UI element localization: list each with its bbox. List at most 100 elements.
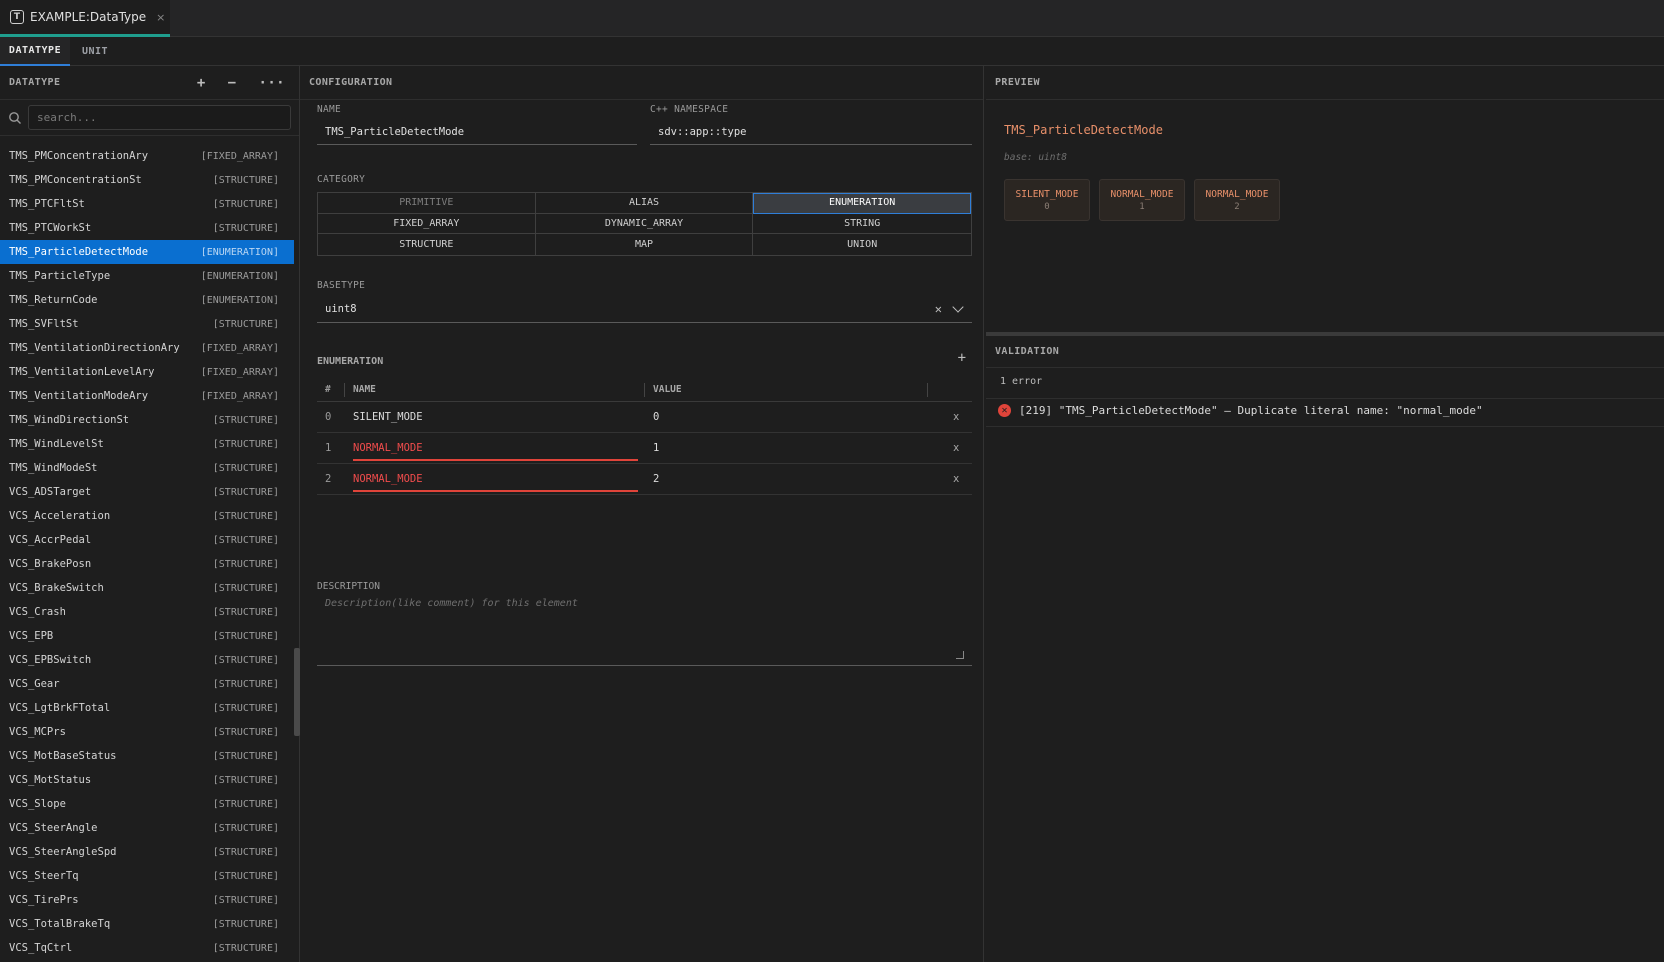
category-enumeration[interactable]: ENUMERATION <box>753 193 971 214</box>
remove-icon[interactable]: − <box>228 75 237 91</box>
preview-type-name: TMS_ParticleDetectMode <box>1004 123 1163 137</box>
validation-error-row[interactable]: ✕ [219] "TMS_ParticleDetectMode" — Dupli… <box>998 404 1483 417</box>
literal-index: 2 <box>325 473 332 485</box>
list-item[interactable]: TMS_WindLevelSt [STRUCTURE] <box>0 432 294 456</box>
list-item[interactable]: TMS_VentilationModeAry [FIXED_ARRAY] <box>0 384 294 408</box>
list-item[interactable]: TMS_ParticleDetectMode [ENUMERATION] <box>0 240 294 264</box>
list-item[interactable]: VCS_EPBSwitch [STRUCTURE] <box>0 648 294 672</box>
literal-name-field[interactable]: SILENT_MODE <box>353 402 638 432</box>
category-primitive[interactable]: PRIMITIVE <box>318 193 536 214</box>
preview-title: PREVIEW <box>995 77 1040 88</box>
category-union[interactable]: UNION <box>753 234 971 255</box>
delete-literal-icon[interactable]: x <box>953 464 965 494</box>
list-item-kind: [STRUCTURE] <box>212 318 279 330</box>
list-item[interactable]: VCS_SteerTq [STRUCTURE] <box>0 864 294 888</box>
list-item-kind: [FIXED_ARRAY] <box>200 150 279 162</box>
search-input[interactable] <box>28 105 291 130</box>
list-item-name: TMS_VentilationLevelAry <box>9 366 155 378</box>
delete-literal-icon[interactable]: x <box>953 402 965 432</box>
list-item[interactable]: VCS_Crash [STRUCTURE] <box>0 600 294 624</box>
list-item[interactable]: VCS_TqCtrl [STRUCTURE] <box>0 936 294 960</box>
list-item-name: VCS_Crash <box>9 606 66 618</box>
list-item[interactable]: VCS_ADSTarget [STRUCTURE] <box>0 480 294 504</box>
validation-error-text: [219] "TMS_ParticleDetectMode" — Duplica… <box>1019 404 1483 417</box>
name-field[interactable] <box>317 119 637 145</box>
list-item[interactable]: TMS_WindModeSt [STRUCTURE] <box>0 456 294 480</box>
category-dynamic-array[interactable]: DYNAMIC_ARRAY <box>535 213 754 235</box>
list-item[interactable]: TMS_PMConcentrationSt [STRUCTURE] <box>0 168 294 192</box>
list-item-name: VCS_Acceleration <box>9 510 111 522</box>
chevron-down-icon[interactable] <box>952 301 964 313</box>
add-icon[interactable]: + <box>197 75 206 91</box>
literal-value-field[interactable]: 0 <box>653 402 933 432</box>
list-item[interactable]: VCS_SteerAngleSpd [STRUCTURE] <box>0 840 294 864</box>
list-item[interactable]: VCS_BrakeSwitch [STRUCTURE] <box>0 576 294 600</box>
category-map[interactable]: MAP <box>535 234 754 255</box>
datatype-panel-title: DATATYPE <box>9 77 61 88</box>
subtabs: DATATYPE UNIT <box>0 37 1664 66</box>
list-item[interactable]: VCS_LgtBrkFTotal [STRUCTURE] <box>0 696 294 720</box>
resize-grip-icon[interactable] <box>956 651 964 659</box>
clear-icon[interactable]: ✕ <box>935 302 942 316</box>
close-icon[interactable]: × <box>156 11 165 24</box>
category-string[interactable]: STRING <box>753 213 971 235</box>
list-item-kind: [STRUCTURE] <box>212 174 279 186</box>
basetype-select[interactable]: uint8 ✕ <box>317 296 972 323</box>
col-divider <box>644 383 645 397</box>
table-row: 1 NORMAL_MODE 1 x <box>317 433 972 464</box>
list-item[interactable]: TMS_PTCWorkSt [STRUCTURE] <box>0 216 294 240</box>
list-item[interactable]: TMS_PMConcentrationAry [FIXED_ARRAY] <box>0 144 294 168</box>
category-structure[interactable]: STRUCTURE <box>318 234 536 255</box>
category-alias[interactable]: ALIAS <box>535 193 754 214</box>
list-item-kind: [FIXED_ARRAY] <box>200 366 279 378</box>
list-item[interactable]: VCS_AccrPedal [STRUCTURE] <box>0 528 294 552</box>
list-item-name: TMS_WindDirectionSt <box>9 414 130 426</box>
editor-tabstrip: T EXAMPLE:DataType × <box>0 0 1664 37</box>
error-underline <box>353 459 638 461</box>
list-item[interactable]: TMS_WindDirectionSt [STRUCTURE] <box>0 408 294 432</box>
literal-index: 1 <box>325 442 332 454</box>
list-item-name: VCS_BrakeSwitch <box>9 582 104 594</box>
list-item-name: VCS_Slope <box>9 798 66 810</box>
list-item[interactable]: TMS_PTCFltSt [STRUCTURE] <box>0 192 294 216</box>
list-item[interactable]: TMS_SVFltSt [STRUCTURE] <box>0 312 294 336</box>
error-icon: ✕ <box>998 404 1011 417</box>
tab-unit[interactable]: UNIT <box>70 37 120 66</box>
namespace-label: C++ NAMESPACE <box>650 104 729 115</box>
list-item-kind: [ENUMERATION] <box>200 246 279 258</box>
category-grid: PRIMITIVE ALIAS ENUMERATION FIXED_ARRAY DYNA… <box>317 192 972 256</box>
basetype-value: uint8 <box>325 303 357 315</box>
category-fixed-array[interactable]: FIXED_ARRAY <box>318 213 536 235</box>
literal-value-field[interactable]: 2 <box>653 464 933 494</box>
list-item[interactable]: VCS_TotalBrakeTq [STRUCTURE] <box>0 912 294 936</box>
preview-base: base: uint8 <box>1004 152 1067 163</box>
list-item[interactable]: VCS_Slope [STRUCTURE] <box>0 792 294 816</box>
tab-datatype[interactable]: DATATYPE <box>0 37 70 66</box>
delete-literal-icon[interactable]: x <box>953 433 965 463</box>
list-item[interactable]: VCS_MCPrs [STRUCTURE] <box>0 720 294 744</box>
chip-value: 1 <box>1139 201 1145 212</box>
list-item[interactable]: TMS_ReturnCode [ENUMERATION] <box>0 288 294 312</box>
list-item[interactable]: TMS_VentilationLevelAry [FIXED_ARRAY] <box>0 360 294 384</box>
list-item[interactable]: VCS_Gear [STRUCTURE] <box>0 672 294 696</box>
divider <box>986 426 1664 427</box>
list-item[interactable]: TMS_VentilationDirectionAry [FIXED_ARRAY] <box>0 336 294 360</box>
editor-tab-datatype[interactable]: T EXAMPLE:DataType × <box>0 0 170 37</box>
list-item[interactable]: VCS_MotStatus [STRUCTURE] <box>0 768 294 792</box>
description-field[interactable] <box>317 596 972 666</box>
namespace-field[interactable] <box>650 119 972 145</box>
list-item[interactable]: VCS_BrakePosn [STRUCTURE] <box>0 552 294 576</box>
more-icon[interactable]: ··· <box>259 75 286 91</box>
list-item[interactable]: TMS_ParticleType [ENUMERATION] <box>0 264 294 288</box>
list-item[interactable]: VCS_MotBaseStatus [STRUCTURE] <box>0 744 294 768</box>
table-row: 2 NORMAL_MODE 2 x <box>317 464 972 495</box>
list-item-kind: [STRUCTURE] <box>212 918 279 930</box>
list-item[interactable]: VCS_TirePrs [STRUCTURE] <box>0 888 294 912</box>
add-literal-icon[interactable]: + <box>958 350 966 366</box>
literal-value-field[interactable]: 1 <box>653 433 933 463</box>
list-item[interactable]: VCS_EPB [STRUCTURE] <box>0 624 294 648</box>
list-item-name: VCS_TirePrs <box>9 894 79 906</box>
list-item[interactable]: VCS_Acceleration [STRUCTURE] <box>0 504 294 528</box>
list-item[interactable]: VCS_SteerAngle [STRUCTURE] <box>0 816 294 840</box>
list-item-kind: [STRUCTURE] <box>212 486 279 498</box>
